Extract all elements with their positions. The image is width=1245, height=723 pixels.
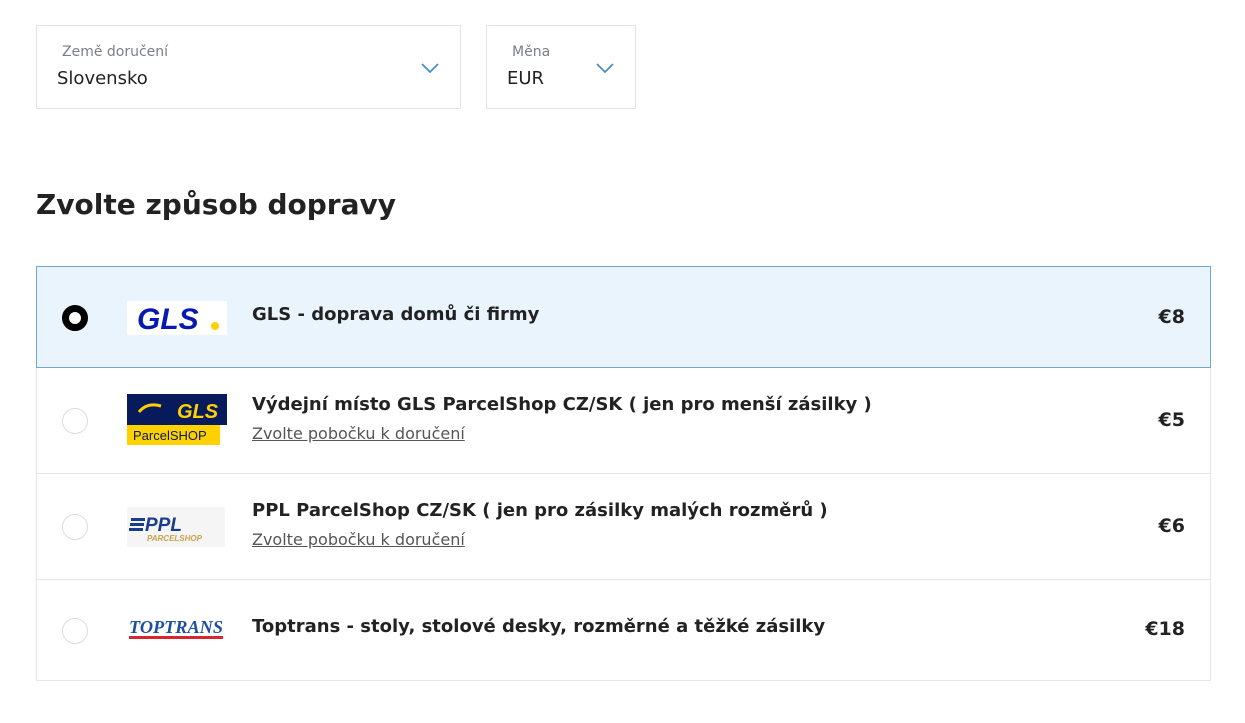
toptrans-logo-text: TOPTRANS	[129, 617, 223, 637]
shipping-method-heading: Zvolte způsob dopravy	[36, 188, 397, 221]
ppl-parcelshop-logo: PPL PARCELSHOP	[127, 507, 225, 547]
shipping-price-gls: €8	[1158, 306, 1185, 328]
choose-branch-link-ppl[interactable]: Zvolte pobočku k doručení	[252, 530, 465, 549]
shipping-radio-toptrans[interactable]	[62, 618, 88, 644]
delivery-country-label: Země doručení	[62, 44, 169, 60]
shipping-title-toptrans: Toptrans - stoly, stolové desky, rozměrn…	[252, 616, 826, 637]
shipping-title-gls-parcelshop: Výdejní místo GLS ParcelShop CZ/SK ( jen…	[252, 394, 872, 415]
currency-label: Měna	[512, 44, 551, 60]
gls-parcelshop-logo-text: GLS	[177, 401, 219, 423]
shipping-option-ppl-parcelshop[interactable]: PPL PARCELSHOP PPL ParcelShop CZ/SK ( je…	[36, 474, 1211, 580]
ppl-logo-text: PPL	[145, 515, 182, 536]
shipping-option-gls[interactable]: GLS GLS - doprava domů či firmy €8	[36, 266, 1211, 368]
shipping-price-ppl-parcelshop: €6	[1158, 515, 1185, 537]
choose-branch-link-gls[interactable]: Zvolte pobočku k doručení	[252, 424, 465, 443]
gls-logo: GLS	[127, 301, 227, 336]
shipping-radio-gls-parcelshop[interactable]	[62, 408, 88, 434]
gls-parcelshop-logo: GLS ParcelSHOP	[127, 394, 227, 446]
gls-parcelshop-logo-subtext: ParcelSHOP	[133, 428, 207, 443]
chevron-down-icon	[421, 63, 439, 74]
delivery-country-value: Slovensko	[57, 68, 148, 89]
shipping-options-list: GLS GLS - doprava domů či firmy €8 GLS P…	[36, 266, 1211, 681]
toptrans-logo: TOPTRANS	[127, 616, 227, 642]
currency-value: EUR	[507, 68, 545, 89]
ppl-logo-subtext: PARCELSHOP	[147, 534, 203, 543]
gls-logo-text: GLS	[137, 303, 199, 335]
shipping-title-ppl-parcelshop: PPL ParcelShop CZ/SK ( jen pro zásilky m…	[252, 500, 828, 521]
shipping-radio-gls[interactable]	[62, 305, 88, 331]
shipping-radio-ppl-parcelshop[interactable]	[62, 514, 88, 540]
chevron-down-icon	[596, 63, 614, 74]
delivery-country-select[interactable]: Země doručení Slovensko	[36, 25, 461, 109]
shipping-option-gls-parcelshop[interactable]: GLS ParcelSHOP Výdejní místo GLS ParcelS…	[36, 368, 1211, 474]
shipping-price-gls-parcelshop: €5	[1158, 409, 1185, 431]
shipping-price-toptrans: €18	[1145, 618, 1185, 640]
shipping-title-gls: GLS - doprava domů či firmy	[252, 304, 540, 325]
currency-select[interactable]: Měna EUR	[486, 25, 636, 109]
shipping-option-toptrans[interactable]: TOPTRANS Toptrans - stoly, stolové desky…	[36, 580, 1211, 681]
